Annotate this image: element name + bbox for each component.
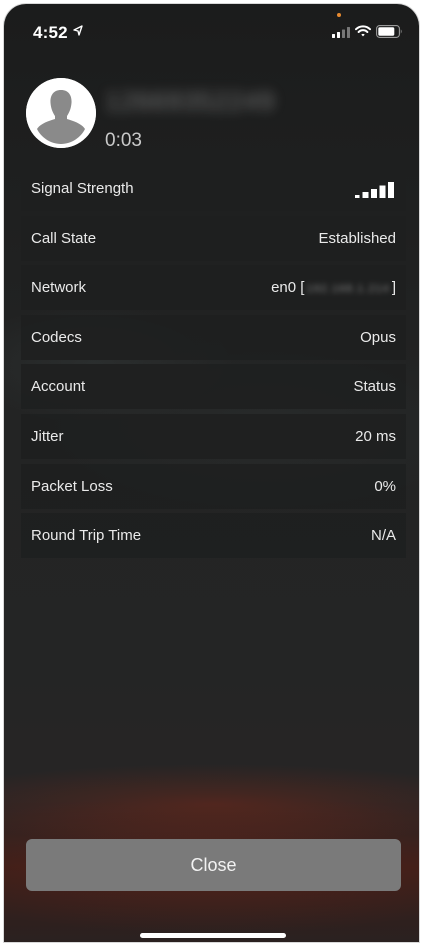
privacy-indicator-dot bbox=[337, 13, 341, 17]
wifi-icon bbox=[355, 25, 371, 37]
info-row-jitter: Jitter 20 ms bbox=[21, 413, 406, 459]
caller-phone-number: 12669352249 bbox=[105, 86, 276, 116]
info-value: Established bbox=[318, 229, 396, 247]
call-stats-screen: 4:52 12669352249 0:03 Signal Strength Ca… bbox=[4, 4, 419, 942]
info-value: 0% bbox=[374, 477, 396, 495]
info-value: Status bbox=[353, 378, 396, 396]
close-button[interactable]: Close bbox=[26, 839, 401, 891]
status-bar: 4:52 bbox=[4, 4, 419, 54]
info-row-round-trip-time: Round Trip Time N/A bbox=[21, 513, 406, 559]
info-row-network: Network en0 [192.168.1.214] bbox=[21, 265, 406, 311]
signal-strength-bars-icon bbox=[355, 182, 394, 198]
info-value: en0 [192.168.1.214] bbox=[271, 279, 396, 296]
info-label: Account bbox=[31, 378, 86, 396]
info-row-call-state: Call State Established bbox=[21, 215, 406, 261]
blurred-ip-address: 192.168.1.214 bbox=[306, 283, 390, 296]
info-label: Signal Strength bbox=[31, 180, 134, 197]
cellular-signal-icon bbox=[332, 27, 350, 38]
info-row-account: Account Status bbox=[21, 364, 406, 410]
contact-avatar bbox=[26, 78, 96, 148]
default-person-icon bbox=[26, 78, 96, 148]
location-arrow-icon bbox=[73, 25, 83, 36]
network-interface: en0 [ bbox=[271, 279, 305, 297]
home-indicator[interactable] bbox=[140, 933, 286, 938]
info-value: N/A bbox=[370, 527, 396, 545]
info-label: Packet Loss bbox=[31, 477, 113, 495]
info-row-codecs: Codecs Opus bbox=[21, 314, 406, 360]
info-row-signal-strength: Signal Strength bbox=[21, 166, 406, 211]
info-value: Opus bbox=[360, 328, 396, 346]
info-label: Round Trip Time bbox=[31, 527, 142, 545]
call-duration: 0:03 bbox=[105, 130, 142, 151]
network-bracket-close: ] bbox=[391, 279, 396, 297]
info-label: Call State bbox=[31, 229, 97, 247]
info-label: Jitter bbox=[31, 427, 64, 445]
info-value: 20 ms bbox=[355, 427, 396, 445]
battery-icon bbox=[376, 25, 402, 38]
info-row-packet-loss: Packet Loss 0% bbox=[21, 463, 406, 509]
call-info-list: Signal Strength Call State Established N… bbox=[21, 166, 406, 563]
info-label: Codecs bbox=[31, 328, 82, 346]
info-label: Network bbox=[31, 279, 87, 297]
status-time: 4:52 bbox=[33, 23, 68, 42]
